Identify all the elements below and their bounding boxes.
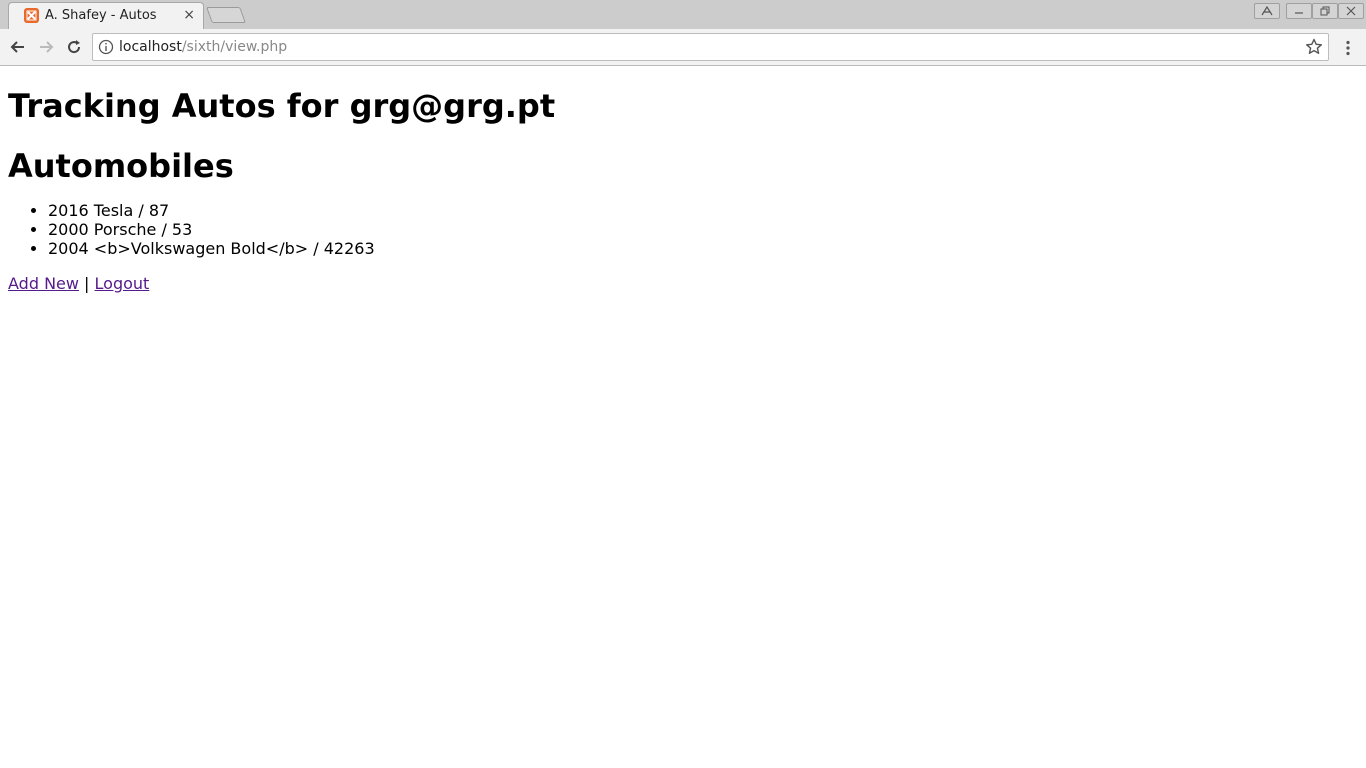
address-bar[interactable]: localhost/sixth/view.php (92, 33, 1329, 61)
minimize-icon (1295, 12, 1303, 14)
forward-arrow-icon (40, 41, 54, 53)
new-tab-button[interactable] (206, 7, 246, 23)
page-content: Tracking Autos for grg@grg.pt Automobile… (0, 66, 1366, 768)
bookmark-star-icon[interactable] (1305, 38, 1323, 56)
tab-title: A. Shafey - Autos (45, 8, 157, 23)
profile-button[interactable] (1254, 3, 1280, 19)
kebab-menu-icon (1346, 40, 1350, 56)
action-links: Add New | Logout (8, 274, 1358, 293)
browser-menu-button[interactable] (1338, 38, 1358, 58)
tab-active[interactable]: A. Shafey - Autos × (8, 2, 204, 29)
tab-strip: A. Shafey - Autos × (0, 0, 1366, 29)
list-item: 2000 Porsche / 53 (48, 220, 1358, 239)
restore-button[interactable] (1312, 3, 1338, 19)
tab-close-icon[interactable]: × (183, 7, 195, 23)
logout-link[interactable]: Logout (95, 274, 150, 293)
close-icon (1346, 6, 1356, 16)
browser-toolbar: localhost/sixth/view.php (0, 29, 1366, 66)
restore-icon (1320, 6, 1330, 16)
link-separator: | (78, 274, 95, 293)
browser-window: A. Shafey - Autos × localhost/sixth/view… (0, 0, 1366, 768)
add-new-link[interactable]: Add New (8, 274, 79, 293)
url-host: localhost (119, 39, 182, 55)
url-text[interactable]: localhost/sixth/view.php (119, 39, 287, 55)
list-item: 2016 Tesla / 87 (48, 201, 1358, 220)
reload-icon (68, 40, 81, 54)
back-arrow-icon (10, 41, 24, 53)
xampp-icon (24, 8, 39, 23)
reload-button[interactable] (64, 37, 84, 57)
page-title: Tracking Autos for grg@grg.pt (8, 87, 556, 125)
list-item: 2004 <b>Volkswagen Bold</b> / 42263 (48, 239, 1358, 258)
info-icon[interactable] (98, 39, 114, 55)
autos-list: 2016 Tesla / 87 2000 Porsche / 53 2004 <… (8, 201, 1358, 258)
profile-icon (1261, 6, 1273, 16)
url-path: /sixth/view.php (181, 39, 288, 55)
back-button[interactable] (8, 37, 28, 57)
minimize-button[interactable] (1286, 3, 1312, 19)
forward-button[interactable] (36, 37, 56, 57)
close-window-button[interactable] (1338, 3, 1364, 19)
section-heading: Automobiles (8, 147, 234, 185)
